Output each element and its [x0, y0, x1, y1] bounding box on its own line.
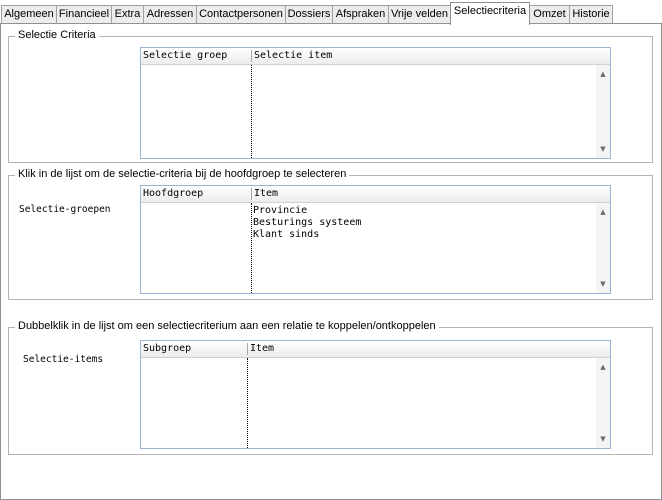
column-header-selectie-item[interactable]: Selectie item	[252, 48, 452, 64]
tab-vrije-velden[interactable]: Vrije velden	[388, 5, 451, 23]
group-title: Klik in de lijst om de selectie-criteria…	[15, 168, 350, 180]
tab-contactpersonen[interactable]: Contactpersonen	[196, 5, 286, 23]
column-header-subgroep[interactable]: Subgroep	[141, 341, 247, 357]
tab-adressen[interactable]: Adressen	[143, 5, 197, 23]
grid-header: Selectie groep Selectie item	[141, 48, 610, 65]
selectie-criteria-group: Selectie Criteria Selectie groep Selecti…	[8, 29, 653, 163]
column-separator	[247, 358, 248, 448]
group-title: Selectie Criteria	[15, 29, 99, 41]
scroll-up-arrow-icon[interactable]: ▲	[596, 68, 610, 80]
column-header-item[interactable]: Item	[248, 341, 448, 357]
selectie-groepen-group: Klik in de lijst om de selectie-criteria…	[8, 168, 653, 300]
selectie-groepen-grid[interactable]: Hoofdgroep Item Provincie Besturings sys…	[140, 185, 611, 294]
selectie-groepen-label: Selectie-groepen	[19, 204, 111, 215]
group-title: Dubbelklik in de lijst om een selectiecr…	[15, 320, 439, 332]
list-item[interactable]: Besturings systeem	[253, 217, 361, 229]
scroll-down-arrow-icon[interactable]: ▼	[596, 143, 610, 155]
column-header-selectie-groep[interactable]: Selectie groep	[141, 48, 251, 64]
scroll-down-arrow-icon[interactable]: ▼	[596, 433, 610, 445]
tab-financieel[interactable]: Financieel	[56, 5, 112, 23]
tab-selectiecriteria[interactable]: Selectiecriteria	[450, 2, 530, 25]
tab-algemeen[interactable]: Algemeen	[1, 5, 57, 23]
scroll-up-arrow-icon[interactable]: ▲	[596, 361, 610, 373]
item-list: Provincie Besturings systeem Klant sinds	[253, 205, 361, 241]
grid-header: Subgroep Item	[141, 341, 610, 358]
tab-page: Selectie Criteria Selectie groep Selecti…	[0, 23, 662, 500]
column-header-hoofdgroep[interactable]: Hoofdgroep	[141, 186, 251, 202]
tab-extra[interactable]: Extra	[111, 5, 144, 23]
selectie-criteria-grid[interactable]: Selectie groep Selectie item ▲ ▼	[140, 47, 611, 159]
tab-dossiers[interactable]: Dossiers	[285, 5, 333, 23]
scroll-down-arrow-icon[interactable]: ▼	[596, 278, 610, 290]
column-header-item[interactable]: Item	[252, 186, 452, 202]
column-separator	[251, 203, 252, 293]
selectie-items-grid[interactable]: Subgroep Item ▲ ▼	[140, 340, 611, 449]
vertical-scrollbar[interactable]: ▲ ▼	[596, 65, 610, 158]
tab-omzet[interactable]: Omzet	[529, 5, 570, 23]
vertical-scrollbar[interactable]: ▲ ▼	[596, 203, 610, 293]
column-separator	[251, 65, 252, 158]
tab-bar: Algemeen Financieel Extra Adressen Conta…	[0, 0, 662, 25]
list-item[interactable]: Provincie	[253, 205, 361, 217]
list-item[interactable]: Klant sinds	[253, 229, 361, 241]
vertical-scrollbar[interactable]: ▲ ▼	[596, 358, 610, 448]
tab-historie[interactable]: Historie	[569, 5, 613, 23]
tab-afspraken[interactable]: Afspraken	[332, 5, 389, 23]
selectie-items-label: Selectie-items	[23, 354, 104, 365]
scroll-up-arrow-icon[interactable]: ▲	[596, 206, 610, 218]
selectie-items-group: Dubbelklik in de lijst om een selectiecr…	[8, 320, 653, 455]
grid-header: Hoofdgroep Item	[141, 186, 610, 203]
